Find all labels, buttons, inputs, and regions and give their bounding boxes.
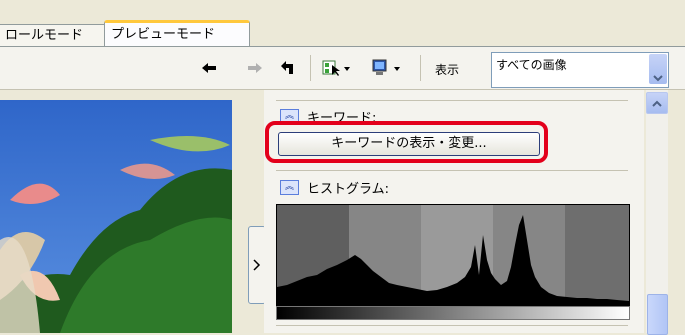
tab-roll-mode[interactable]: ロールモード <box>0 24 108 47</box>
image-filter-select[interactable]: すべての画像 <box>491 52 669 88</box>
histogram-section-header: ︽ ヒストグラム: <box>280 178 389 197</box>
toolbar-separator <box>420 55 421 81</box>
toolbar-separator <box>310 55 311 81</box>
collapse-icon[interactable]: ︽ <box>280 180 299 195</box>
divider <box>276 325 628 326</box>
histogram-header-label: ヒストグラム: <box>307 182 389 197</box>
image-filter-value: すべての画像 <box>496 58 567 72</box>
highlight-annotation <box>265 121 548 163</box>
divider <box>276 100 628 101</box>
divider <box>276 170 628 171</box>
scroll-up-icon[interactable] <box>646 92 668 114</box>
forward-arrow-icon[interactable] <box>244 57 266 79</box>
monitor-icon[interactable] <box>370 57 404 79</box>
scrollbar-thumb[interactable] <box>647 294 668 335</box>
up-folder-icon[interactable] <box>276 57 298 79</box>
preview-image <box>0 100 232 333</box>
view-select-icon[interactable] <box>320 57 354 79</box>
back-arrow-icon[interactable] <box>198 57 220 79</box>
histogram-chart <box>276 204 630 306</box>
histogram-gradient-bar <box>276 306 630 320</box>
display-label: 表示 <box>435 63 460 77</box>
chevron-down-icon[interactable] <box>649 54 667 84</box>
